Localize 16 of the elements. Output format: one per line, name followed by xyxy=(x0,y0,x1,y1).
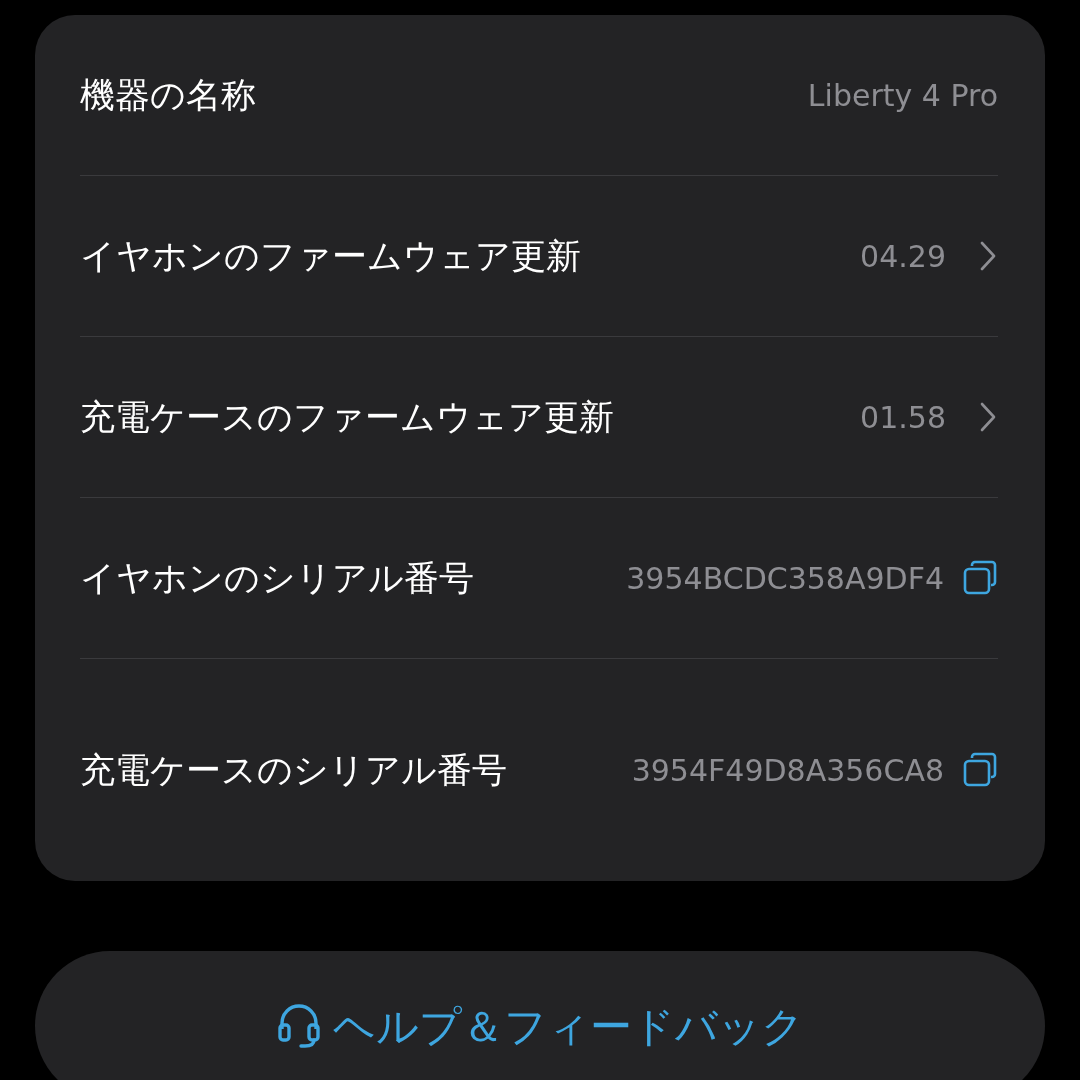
setting-value: Liberty 4 Pro xyxy=(807,77,998,113)
setting-value: 01.58 xyxy=(860,399,946,435)
setting-value: 04.29 xyxy=(860,238,946,274)
setting-label: 充電ケースのシリアル番号 xyxy=(80,748,507,792)
chevron-right-icon[interactable] xyxy=(978,401,998,433)
setting-value: 3954BCDC358A9DF4 xyxy=(626,560,944,596)
setting-label: イヤホンのシリアル番号 xyxy=(80,556,474,600)
setting-label: 充電ケースのファームウェア更新 xyxy=(80,395,614,439)
setting-label: イヤホンのファームウェア更新 xyxy=(80,234,581,278)
setting-label: 機器の名称 xyxy=(80,73,256,117)
headset-icon xyxy=(276,1001,321,1049)
help-feedback-button[interactable]: ヘルプ＆フィードバック xyxy=(35,951,1045,1080)
chevron-right-icon[interactable] xyxy=(978,240,998,272)
setting-value: 3954F49D8A356CA8 xyxy=(631,752,944,788)
copy-icon[interactable] xyxy=(962,752,998,788)
copy-icon[interactable] xyxy=(962,560,998,596)
